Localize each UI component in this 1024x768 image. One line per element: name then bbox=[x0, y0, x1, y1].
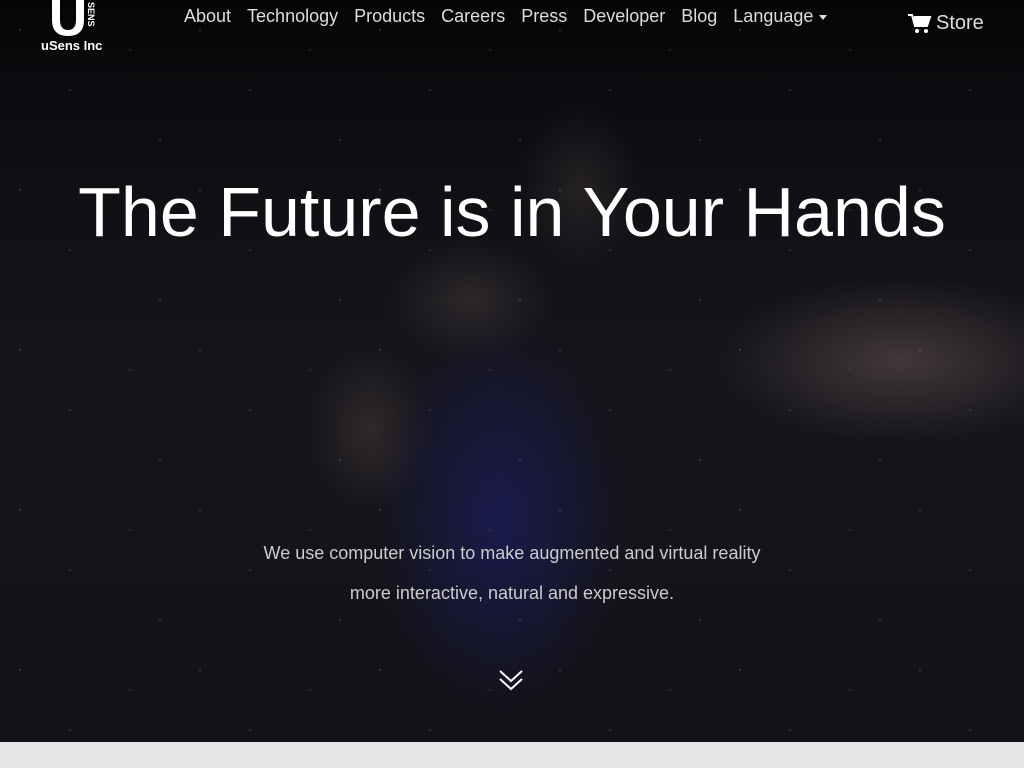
store-label: Store bbox=[936, 12, 984, 34]
nav-technology[interactable]: Technology bbox=[247, 6, 338, 27]
starfield-background bbox=[0, 0, 1024, 742]
logo-text: uSens Inc bbox=[41, 38, 103, 53]
svg-text:SENS: SENS bbox=[86, 2, 96, 27]
nav-press[interactable]: Press bbox=[521, 6, 567, 27]
hero-subtitle-line1: We use computer vision to make augmented… bbox=[263, 543, 761, 563]
nav-products[interactable]: Products bbox=[354, 6, 425, 27]
hero-title: The Future is in Your Hands bbox=[78, 173, 946, 251]
hero-section: SENS uSens Inc About Technology Products… bbox=[0, 0, 1024, 742]
nav-about[interactable]: About bbox=[184, 6, 231, 27]
nav-blog[interactable]: Blog bbox=[681, 6, 717, 27]
hero-subtitle-line2: more interactive, natural and expressive… bbox=[349, 583, 675, 603]
store-link[interactable]: Store bbox=[908, 12, 984, 35]
nav-language-dropdown[interactable]: Language bbox=[733, 6, 828, 27]
cart-icon bbox=[908, 13, 932, 33]
nav-careers[interactable]: Careers bbox=[441, 6, 505, 27]
main-nav: About Technology Products Careers Press … bbox=[184, 6, 828, 27]
nav-developer[interactable]: Developer bbox=[583, 6, 665, 27]
caret-down-icon bbox=[819, 14, 828, 20]
scroll-down-chevron-icon[interactable] bbox=[498, 668, 524, 692]
language-label: Language bbox=[733, 6, 814, 26]
